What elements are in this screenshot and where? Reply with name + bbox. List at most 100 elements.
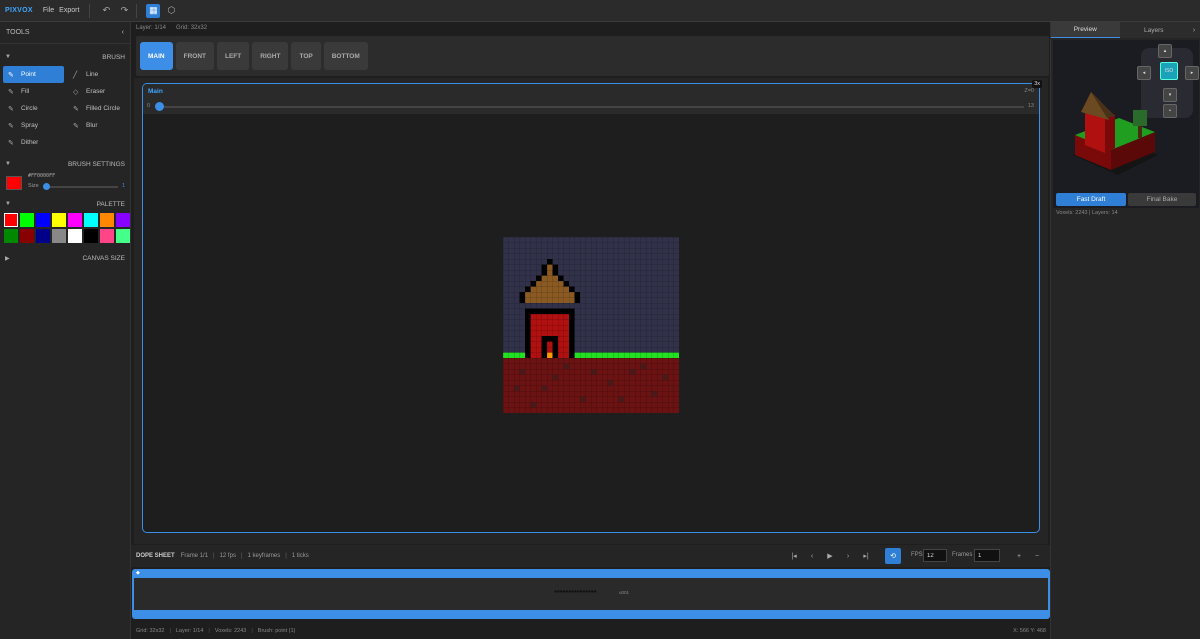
palette-swatch[interactable] bbox=[84, 213, 98, 227]
brush-filled-circle[interactable]: ✎ Filled Circle bbox=[68, 100, 129, 117]
add-frame-icon[interactable]: + bbox=[1012, 549, 1026, 563]
brush-circle[interactable]: ✎ Circle bbox=[3, 100, 64, 117]
tab-bottom[interactable]: BOTTOM bbox=[323, 42, 368, 70]
palette-swatch[interactable] bbox=[36, 213, 50, 227]
dope-sheet-title: DOPE SHEET bbox=[136, 553, 175, 559]
menu-export[interactable]: Export bbox=[59, 7, 79, 14]
voxel-preview-render bbox=[1073, 92, 1158, 175]
camera-up-button[interactable]: ▴ bbox=[1158, 44, 1172, 58]
brush-section-title: BRUSH bbox=[102, 53, 125, 61]
palette-swatch[interactable] bbox=[4, 229, 18, 243]
preview-panel: Preview Layers › ▴ ◂ ISO ▸ ▾ • Fast Draf… bbox=[1050, 22, 1200, 639]
collapse-panel-icon[interactable]: ‹ bbox=[122, 29, 124, 36]
palette-header[interactable]: ▼ PALETTE bbox=[0, 195, 130, 213]
right-tabs: Preview Layers › bbox=[1051, 22, 1200, 38]
blur-icon: ✎ bbox=[73, 122, 79, 130]
brush-line[interactable]: ╱ Line bbox=[68, 66, 129, 83]
final-bake-button[interactable]: Final Bake bbox=[1128, 193, 1196, 206]
size-slider[interactable] bbox=[44, 186, 118, 188]
brush-section-header[interactable]: ▼ BRUSH bbox=[0, 48, 130, 66]
undo-icon[interactable]: ↶ bbox=[99, 4, 113, 18]
brush-point[interactable]: ✎ Point bbox=[3, 66, 64, 83]
cube-icon[interactable]: ⬡ bbox=[164, 4, 178, 18]
menu-file[interactable]: File bbox=[43, 7, 54, 14]
brush-label: Blur bbox=[86, 122, 98, 129]
brush-grid: ✎ Point ╱ Line ✎ Fill ◇ Eraser ✎ Circle ✎ Fill… bbox=[0, 66, 130, 151]
remove-frame-icon[interactable]: − bbox=[1030, 549, 1044, 563]
triangle-right-icon: ▶ bbox=[5, 255, 10, 262]
palette-swatch[interactable] bbox=[68, 213, 82, 227]
palette-swatch[interactable] bbox=[84, 229, 98, 243]
timeline-track[interactable]: ◆ ●●●●●●●●●●●●●●● u001 bbox=[132, 569, 1050, 619]
layer-indicator: Layer: 1/14 bbox=[136, 25, 167, 31]
line-icon: ╱ bbox=[73, 71, 78, 79]
size-slider-knob[interactable] bbox=[43, 183, 50, 190]
palette-swatch[interactable] bbox=[4, 213, 18, 227]
depth-slider[interactable] bbox=[160, 106, 1024, 108]
fps-input[interactable] bbox=[923, 549, 947, 562]
size-label: Size bbox=[28, 183, 39, 189]
status-layer: Layer: 1/14 bbox=[175, 628, 204, 634]
play-icon[interactable]: ▶ bbox=[823, 549, 837, 563]
next-frame-icon[interactable]: › bbox=[841, 549, 855, 563]
tools-header: TOOLS ‹ bbox=[0, 22, 130, 44]
circle-icon: ✎ bbox=[8, 105, 14, 113]
brush-fill[interactable]: ✎ Fill bbox=[3, 83, 64, 100]
tab-layers[interactable]: Layers bbox=[1119, 22, 1188, 38]
pixel-canvas[interactable] bbox=[503, 237, 679, 413]
brush-eraser[interactable]: ◇ Eraser bbox=[68, 83, 129, 100]
brush-settings: #FF0000FF Size 1 bbox=[0, 173, 130, 195]
palette-swatch[interactable] bbox=[116, 213, 130, 227]
loop-icon[interactable]: ⟲ bbox=[885, 548, 901, 564]
collapse-panel-icon[interactable]: › bbox=[1188, 22, 1200, 38]
tab-main[interactable]: MAIN bbox=[140, 42, 173, 70]
fast-draft-button[interactable]: Fast Draft bbox=[1056, 193, 1126, 206]
color-hex: #FF0000FF bbox=[28, 173, 56, 179]
tab-front[interactable]: FRONT bbox=[175, 42, 214, 70]
palette-swatch[interactable] bbox=[100, 229, 114, 243]
palette-swatch[interactable] bbox=[20, 229, 34, 243]
tab-preview[interactable]: Preview bbox=[1051, 22, 1120, 38]
grid-icon[interactable]: ▦ bbox=[146, 3, 161, 18]
tab-top[interactable]: TOP bbox=[291, 42, 321, 70]
first-frame-icon[interactable]: |◂ bbox=[787, 549, 801, 563]
brush-label: Fill bbox=[21, 88, 30, 95]
last-frame-icon[interactable]: ▸| bbox=[859, 549, 873, 563]
triangle-down-icon: ▼ bbox=[5, 201, 11, 207]
frames-input[interactable] bbox=[974, 549, 1000, 562]
palette-swatch[interactable] bbox=[52, 213, 66, 227]
palette-swatch[interactable] bbox=[100, 213, 114, 227]
camera-bottom-button[interactable]: • bbox=[1163, 104, 1177, 118]
brush-label: Dither bbox=[21, 139, 39, 146]
tab-left[interactable]: LEFT bbox=[217, 42, 250, 70]
timeline-frame[interactable]: ●●●●●●●●●●●●●●● u001 bbox=[134, 578, 1048, 610]
camera-right-button[interactable]: ▸ bbox=[1185, 66, 1199, 80]
palette-swatch[interactable] bbox=[36, 229, 50, 243]
status-voxels: Voxels: 2243 bbox=[214, 628, 247, 634]
spray-icon: ✎ bbox=[8, 122, 14, 130]
playhead-marker[interactable]: ◆ bbox=[136, 570, 140, 576]
camera-left-button[interactable]: ◂ bbox=[1137, 66, 1151, 80]
zoom-badge: 3x bbox=[1032, 80, 1042, 88]
brush-spray[interactable]: ✎ Spray bbox=[3, 117, 64, 134]
palette-swatch[interactable] bbox=[52, 229, 66, 243]
prev-frame-icon[interactable]: ‹ bbox=[805, 549, 819, 563]
iso-view-button[interactable]: ISO bbox=[1160, 62, 1178, 80]
current-color-swatch[interactable] bbox=[6, 176, 22, 190]
brush-dither[interactable]: ✎ Dither bbox=[3, 134, 64, 151]
canvas-size-header[interactable]: ▶ CANVAS SIZE bbox=[0, 249, 130, 267]
keyframes-info: 1 keyframes bbox=[247, 553, 281, 559]
brush-settings-header[interactable]: ▼ BRUSH SETTINGS bbox=[0, 155, 130, 173]
redo-icon[interactable]: ↷ bbox=[117, 4, 131, 18]
camera-down-button[interactable]: ▾ bbox=[1163, 88, 1177, 102]
palette-swatch[interactable] bbox=[20, 213, 34, 227]
3d-preview[interactable]: ▴ ◂ ISO ▸ ▾ • bbox=[1053, 40, 1199, 208]
depth-slider-knob[interactable] bbox=[155, 102, 164, 111]
palette-swatch[interactable] bbox=[68, 229, 82, 243]
fps-label: FPS bbox=[911, 552, 923, 558]
brush-label: Line bbox=[86, 71, 99, 78]
canvas-size-title: CANVAS SIZE bbox=[82, 254, 125, 262]
brush-blur[interactable]: ✎ Blur bbox=[68, 117, 129, 134]
palette-swatch[interactable] bbox=[116, 229, 130, 243]
tab-right[interactable]: RIGHT bbox=[252, 42, 289, 70]
